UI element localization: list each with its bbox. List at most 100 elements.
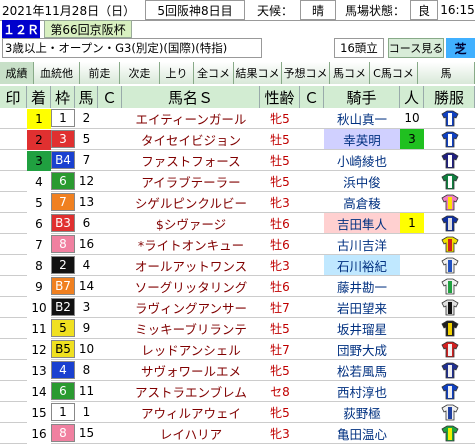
header-num[interactable]: 馬 [75,86,98,108]
jockey-name[interactable]: 吉田隼人 [324,213,400,233]
jockey-name[interactable]: 藤井勘一 [324,276,400,296]
header-name[interactable]: 馬名Ｓ [122,86,260,108]
horse-number: 16 [78,237,95,251]
horse-name[interactable]: オールアットワンス [122,255,260,275]
tab-2[interactable]: 前走 [80,62,120,84]
table-row[interactable]: 2 3 5 タイセイビジョン 牡5 幸英明 3 [0,129,475,150]
tab-7[interactable]: 予想コメ [282,62,330,84]
c2-cell [300,171,324,191]
tab-8[interactable]: 馬コメ [330,62,370,84]
c1-cell [98,297,122,317]
horse-name[interactable]: *ライトオンキュー [122,234,260,254]
table-row[interactable]: 10 B2 3 ラヴィングアンサー 牡7 岩田望来 [0,297,475,318]
table-row[interactable]: 14 6 11 アストラエンブレム セ8 西村淳也 [0,381,475,402]
finish-position: 4 [27,172,51,192]
horse-name[interactable]: アウィルアウェイ [122,402,260,422]
frame-number: B5 [51,340,75,358]
tab-5[interactable]: 全コメ [194,62,234,84]
tab-0[interactable]: 成績 [0,62,34,84]
popularity [400,150,424,170]
sex-age: 牡6 [270,237,290,252]
jockey-name[interactable]: 高倉稜 [324,192,400,212]
sex-age: 牡5 [270,153,290,168]
table-row[interactable]: 11 5 9 ミッキーブリランテ 牡5 坂井瑠星 [0,318,475,339]
c2-cell [300,423,324,443]
horse-name[interactable]: レッドアンシェル [122,339,260,359]
jockey-name[interactable]: 西村淳也 [324,381,400,401]
header-frame[interactable]: 枠 [51,86,75,108]
jockey-name[interactable]: 松若風馬 [324,360,400,380]
header-silk[interactable]: 勝服 [424,86,475,108]
table-row[interactable]: 4 6 12 アイラブテーラー 牝5 浜中俊 [0,171,475,192]
jockey-name[interactable]: 荻野極 [324,402,400,422]
horse-name[interactable]: タイセイビジョン [122,129,260,149]
horse-name[interactable]: アストラエンブレム [122,381,260,401]
jockey-name[interactable]: 古川吉洋 [324,234,400,254]
jockey-name[interactable]: 秋山真一 [324,108,400,128]
jockey-name[interactable]: 幸英明 [324,129,400,149]
header-sex[interactable]: 性齢 [260,86,300,108]
tab-1[interactable]: 血統他 [34,62,80,84]
horse-name[interactable]: ミッキーブリランテ [122,318,260,338]
table-row[interactable]: 13 4 8 サヴォワールエメ 牝5 松若風馬 [0,360,475,381]
tab-10[interactable]: 馬 [418,62,475,84]
silk-icon [440,362,459,379]
tab-9[interactable]: C馬コメ [370,62,418,84]
horse-name[interactable]: アイラブテーラー [122,171,260,191]
table-row[interactable]: 8 2 4 オールアットワンス 牝3 石川裕紀 [0,255,475,276]
jockey-name[interactable]: 坂井瑠星 [324,318,400,338]
horse-name[interactable]: シゲルピンクルビー [122,192,260,212]
silk-icon [440,320,459,337]
sex-age: セ8 [270,384,290,399]
jockey-name[interactable]: 浜中俊 [324,171,400,191]
header-jockey[interactable]: 騎手 [324,86,400,108]
frame-number: 5 [51,319,75,337]
silk-cell [424,381,475,401]
table-row[interactable]: 1 1 2 エイティーンガール 牝5 秋山真一 10 [0,108,475,129]
header-c1[interactable]: Ｃ [98,86,122,108]
silk-icon [440,299,459,316]
horse-name[interactable]: $シヴァージ [122,213,260,233]
c1-cell [98,255,122,275]
popularity [400,192,424,212]
header-pop[interactable]: 人 [400,86,424,108]
table-row[interactable]: 7 8 16 *ライトオンキュー 牡6 古川吉洋 [0,234,475,255]
table-row[interactable]: 3 B4 7 ファストフォース 牡5 小崎綾也 [0,150,475,171]
horse-name[interactable]: ラヴィングアンサー [122,297,260,317]
silk-icon [440,404,459,421]
table-header: 印着枠馬 Ｃ 馬名Ｓ 性齢 Ｃ 騎手人勝服 [0,86,475,108]
frame-number: 7 [51,193,75,211]
header-mark[interactable]: 印 [0,86,27,108]
sex-age: 牝5 [270,405,290,420]
popularity: 10 [400,108,424,128]
tab-bar: 成績 血統他 前走 次走 上り 全コメ 結果コメ 予想コメ 馬コメ C馬コメ馬 [0,62,475,84]
horse-name[interactable]: ファストフォース [122,150,260,170]
header-c2[interactable]: Ｃ [300,86,324,108]
table-row[interactable]: 6 B3 6 $シヴァージ 牡6 吉田隼人 1 [0,213,475,234]
table-row[interactable]: 12 B5 10 レッドアンシェル 牡7 団野大成 [0,339,475,360]
c2-cell [300,402,324,422]
table-row[interactable]: 5 7 13 シゲルピンクルビー 牝3 高倉稜 [0,192,475,213]
tab-6[interactable]: 結果コメ [234,62,282,84]
horse-name[interactable]: ソーグリッタリング [122,276,260,296]
jockey-name[interactable]: 小崎綾也 [324,150,400,170]
jockey-name[interactable]: 石川裕紀 [324,255,400,275]
horse-number: 8 [82,363,91,377]
finish-position: 9 [27,277,51,297]
tab-3[interactable]: 次走 [120,62,160,84]
silk-cell [424,402,475,422]
horse-name[interactable]: レイハリア [122,423,260,443]
table-row[interactable]: 16 8 15 レイハリア 牝3 亀田温心 [0,423,475,444]
course-view-button[interactable]: コース見る [388,38,444,58]
jockey-name[interactable]: 団野大成 [324,339,400,359]
horse-name[interactable]: サヴォワールエメ [122,360,260,380]
header-finish[interactable]: 着 [27,86,51,108]
table-row[interactable]: 15 1 1 アウィルアウェイ 牝5 荻野極 [0,402,475,423]
silk-icon [440,110,459,127]
tab-4[interactable]: 上り [160,62,194,84]
silk-cell [424,150,475,170]
jockey-name[interactable]: 亀田温心 [324,423,400,443]
table-row[interactable]: 9 B7 14 ソーグリッタリング 牡6 藤井勘一 [0,276,475,297]
horse-name[interactable]: エイティーンガール [122,108,260,128]
jockey-name[interactable]: 岩田望来 [324,297,400,317]
